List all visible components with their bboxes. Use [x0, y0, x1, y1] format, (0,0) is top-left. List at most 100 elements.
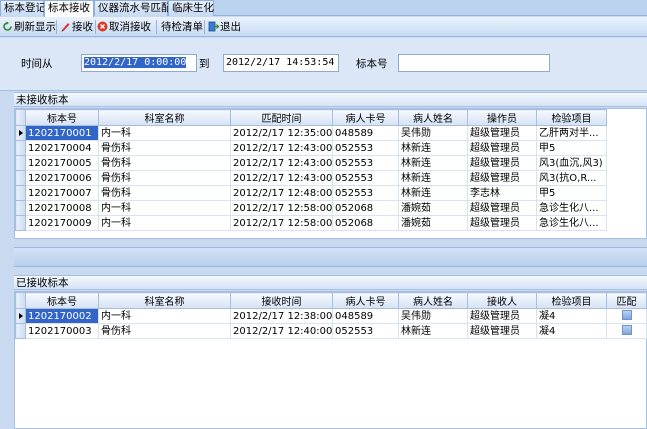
table-row[interactable]: 1202170002 内一科 2012/2/17 12:38:00 048589 吴伟勋…	[15, 308, 647, 324]
table-cell[interactable]: 李志林	[467, 185, 537, 201]
table-cell[interactable]: 内一科	[98, 125, 231, 141]
table-row[interactable]: 1202170004 骨伤科 2012/2/17 12:43:00 052553 林新连…	[15, 140, 607, 156]
table-cell[interactable]: 吴伟勋	[398, 308, 468, 324]
col-test-item[interactable]: 检验项目	[536, 109, 607, 126]
table-cell[interactable]: 骨伤科	[98, 170, 231, 186]
table-cell[interactable]: 超级管理员	[467, 125, 537, 141]
row-indicator[interactable]	[15, 185, 26, 201]
tab-specimen-register[interactable]: 标本登记	[0, 0, 46, 16]
table-cell[interactable]: 骨伤科	[98, 140, 231, 156]
row-indicator[interactable]	[15, 308, 26, 324]
table-cell[interactable]: 骨伤科	[98, 155, 231, 171]
unreceived-grid[interactable]: 标本号 科室名称 匹配时间 病人卡号 病人姓名 操作员 检验项目 1202170…	[14, 108, 647, 239]
table-cell[interactable]: 超级管理员	[467, 155, 537, 171]
table-cell[interactable]: 1202170003	[25, 323, 99, 339]
table-row[interactable]: 1202170003 骨伤科 2012/2/17 12:40:00 052553 林新连…	[15, 323, 647, 339]
table-cell[interactable]: 骨伤科	[98, 323, 231, 339]
row-indicator[interactable]	[15, 200, 26, 216]
time-from-input[interactable]: 2012/2/17 0:00:00	[81, 54, 197, 72]
table-cell[interactable]: 潘婉茹	[398, 200, 468, 216]
table-cell[interactable]: 林新连	[398, 323, 468, 339]
table-cell[interactable]: 乙肝两对半...	[536, 125, 607, 141]
table-cell[interactable]: 2012/2/17 12:35:00	[230, 125, 333, 141]
table-cell[interactable]: 内一科	[98, 308, 231, 324]
table-cell[interactable]: 1202170006	[25, 170, 99, 186]
tab-clinical-biochem[interactable]: 临床生化	[168, 0, 214, 16]
row-indicator[interactable]	[15, 170, 26, 186]
table-cell[interactable]: 林新连	[398, 170, 468, 186]
match-cell[interactable]	[606, 323, 647, 339]
table-cell[interactable]: 048589	[332, 125, 399, 141]
received-grid[interactable]: 标本号 科室名称 接收时间 病人卡号 病人姓名 接收人 检验项目 匹配 1202…	[14, 291, 647, 429]
table-cell[interactable]: 超级管理员	[467, 215, 537, 231]
table-cell[interactable]: 048589	[332, 308, 399, 324]
table-row[interactable]: 1202170001 内一科 2012/2/17 12:35:00 048589 吴伟勋…	[15, 125, 607, 141]
table-cell[interactable]: 1202170002	[25, 308, 99, 324]
table-cell[interactable]: 凝4	[536, 308, 607, 324]
table-row[interactable]: 1202170007 骨伤科 2012/2/17 12:48:00 052553 林新连…	[15, 185, 607, 201]
col-patient-name[interactable]: 病人姓名	[398, 109, 468, 126]
table-cell[interactable]: 052553	[332, 155, 399, 171]
match-checkbox[interactable]	[621, 309, 632, 320]
table-cell[interactable]: 潘婉茹	[398, 215, 468, 231]
exit-button[interactable]: 退出	[208, 19, 241, 35]
table-cell[interactable]: 1202170007	[25, 185, 99, 201]
row-indicator[interactable]	[15, 323, 26, 339]
time-to-input[interactable]: 2012/2/17 14:53:54	[223, 54, 339, 72]
table-cell[interactable]: 甲5	[536, 185, 607, 201]
tab-specimen-receive[interactable]: 标本接收	[44, 0, 94, 17]
refresh-button[interactable]: 刷新显示	[2, 19, 56, 35]
table-cell[interactable]: 急诊生化八...	[536, 215, 607, 231]
cancel-receive-button[interactable]: 取消接收	[97, 19, 151, 35]
specimen-no-input[interactable]	[398, 54, 550, 72]
table-cell[interactable]: 1202170005	[25, 155, 99, 171]
table-cell[interactable]: 超级管理员	[467, 308, 537, 324]
table-cell[interactable]: 1202170001	[25, 125, 99, 141]
col-receiver[interactable]: 接收人	[467, 292, 537, 309]
row-indicator[interactable]	[15, 155, 26, 171]
col-patient-name[interactable]: 病人姓名	[398, 292, 468, 309]
table-cell[interactable]: 甲5	[536, 140, 607, 156]
table-cell[interactable]: 052553	[332, 323, 399, 339]
table-cell[interactable]: 052553	[332, 185, 399, 201]
table-cell[interactable]: 2012/2/17 12:40:00	[230, 323, 333, 339]
splitter-bar[interactable]	[14, 247, 647, 267]
col-match-time[interactable]: 匹配时间	[230, 109, 333, 126]
table-cell[interactable]: 林新连	[398, 155, 468, 171]
table-row[interactable]: 1202170008 内一科 2012/2/17 12:58:00 052068 潘婉茹…	[15, 200, 607, 216]
col-specimen-no[interactable]: 标本号	[25, 109, 99, 126]
table-cell[interactable]: 1202170009	[25, 215, 99, 231]
col-card-no[interactable]: 病人卡号	[332, 292, 399, 309]
col-operator[interactable]: 操作员	[467, 109, 537, 126]
table-cell[interactable]: 凝4	[536, 323, 607, 339]
table-cell[interactable]: 风3(抗O,R...	[536, 170, 607, 186]
table-cell[interactable]: 吴伟勋	[398, 125, 468, 141]
col-card-no[interactable]: 病人卡号	[332, 109, 399, 126]
table-cell[interactable]: 2012/2/17 12:43:00	[230, 140, 333, 156]
col-match[interactable]: 匹配	[606, 292, 647, 309]
table-cell[interactable]: 052068	[332, 215, 399, 231]
row-indicator[interactable]	[15, 125, 26, 141]
col-department[interactable]: 科室名称	[98, 292, 231, 309]
table-cell[interactable]: 2012/2/17 12:58:00	[230, 200, 333, 216]
table-cell[interactable]: 内一科	[98, 200, 231, 216]
col-department[interactable]: 科室名称	[98, 109, 231, 126]
col-specimen-no[interactable]: 标本号	[25, 292, 99, 309]
table-cell[interactable]: 超级管理员	[467, 140, 537, 156]
table-cell[interactable]: 2012/2/17 12:48:00	[230, 185, 333, 201]
table-cell[interactable]: 风3(血沉,风3)	[536, 155, 607, 171]
table-cell[interactable]: 林新连	[398, 140, 468, 156]
table-row[interactable]: 1202170009 内一科 2012/2/17 12:58:00 052068 潘婉茹…	[15, 215, 607, 231]
row-indicator[interactable]	[15, 215, 26, 231]
table-row[interactable]: 1202170006 骨伤科 2012/2/17 12:43:00 052553 林新连…	[15, 170, 607, 186]
receive-button[interactable]: 接收	[60, 19, 93, 35]
table-cell[interactable]: 2012/2/17 12:43:00	[230, 170, 333, 186]
pending-list-button[interactable]: 待检清单	[161, 19, 203, 35]
table-cell[interactable]: 内一科	[98, 215, 231, 231]
table-cell[interactable]: 2012/2/17 12:38:00	[230, 308, 333, 324]
table-cell[interactable]: 1202170008	[25, 200, 99, 216]
table-cell[interactable]: 林新连	[398, 185, 468, 201]
col-receive-time[interactable]: 接收时间	[230, 292, 333, 309]
table-cell[interactable]: 急诊生化八...	[536, 200, 607, 216]
row-indicator[interactable]	[15, 140, 26, 156]
